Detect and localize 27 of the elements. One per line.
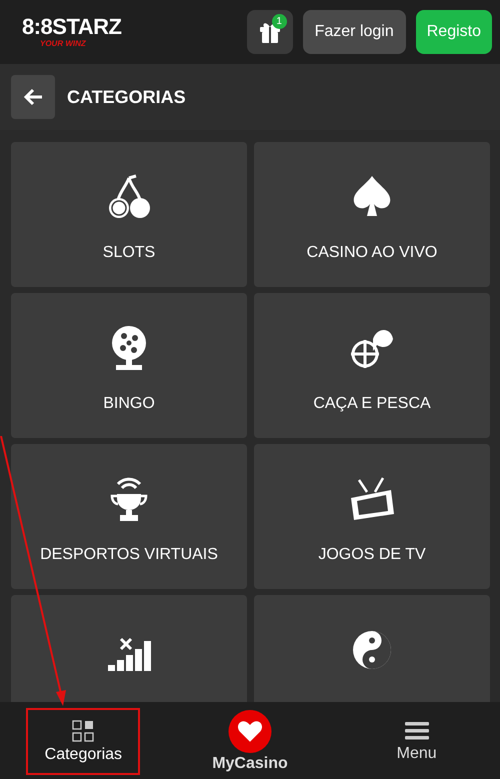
category-label: JOGOS DE TV	[318, 546, 426, 564]
nav-item[interactable]: MyCasino	[192, 708, 307, 775]
category-card[interactable]: CAÇA E PESCA	[254, 293, 490, 438]
category-card[interactable]	[254, 595, 490, 702]
back-button[interactable]	[11, 75, 55, 119]
menu-icon	[404, 720, 429, 740]
logo[interactable]: 8:8STARZ YOUR WINZ	[22, 16, 122, 48]
category-card[interactable]	[11, 595, 247, 702]
category-label: DESPORTOS VIRTUAIS	[40, 546, 218, 564]
category-label: CAÇA E PESCA	[313, 395, 431, 413]
category-label: CASINO AO VIVO	[306, 244, 438, 262]
category-label: BINGO	[103, 395, 155, 413]
category-card[interactable]: CASINO AO VIVO	[254, 142, 490, 287]
logo-tagline: YOUR WINZ	[39, 40, 87, 48]
back-arrow-icon	[23, 88, 43, 106]
nav-item[interactable]: Categorias	[26, 708, 140, 775]
grid-icon	[72, 720, 94, 742]
category-card[interactable]: BINGO	[11, 293, 247, 438]
notification-badge: 1	[272, 14, 287, 29]
login-button[interactable]: Fazer login	[302, 10, 406, 54]
category-card[interactable]: SLOTS	[11, 142, 247, 287]
page-title: CATEGORIAS	[67, 86, 186, 108]
category-card[interactable]: JOGOS DE TV	[254, 444, 490, 589]
category-card[interactable]: DESPORTOS VIRTUAIS	[11, 444, 247, 589]
nav-item[interactable]: Menu	[360, 708, 474, 775]
category-label: SLOTS	[102, 244, 156, 262]
logo-text: 8:8STARZ	[22, 16, 122, 38]
